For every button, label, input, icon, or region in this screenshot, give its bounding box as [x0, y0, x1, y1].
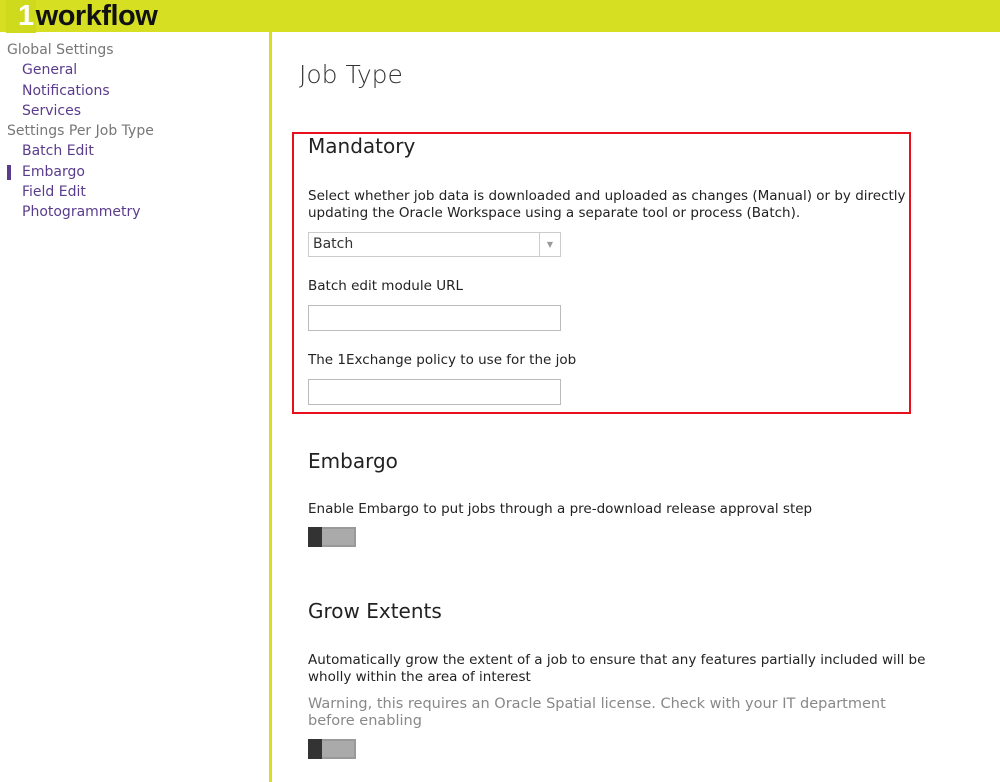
job-mode-value: Batch [313, 236, 354, 252]
sidebar-item-general[interactable]: General [0, 60, 269, 80]
grow-extents-warning: Warning, this requires an Oracle Spatial… [308, 696, 886, 729]
chevron-down-icon[interactable]: ▼ [539, 233, 560, 256]
embargo-toggle[interactable] [308, 527, 356, 547]
logo-word: workflow [35, 0, 158, 32]
sidebar-item-embargo[interactable]: Embargo [0, 162, 269, 182]
grow-extents-description: Automatically grow the extent of a job t… [308, 652, 926, 685]
url-label: Batch edit module URL [308, 278, 463, 294]
logo[interactable]: 1 workflow [6, 0, 158, 33]
grow-extents-toggle[interactable] [308, 739, 356, 759]
nav-group-global-settings: Global Settings [7, 42, 114, 58]
logo-number: 1 [6, 0, 36, 33]
sidebar-item-photogrammetry[interactable]: Photogrammetry [0, 202, 269, 222]
exchange-policy-input[interactable] [308, 379, 561, 405]
toggle-knob [308, 527, 322, 547]
sidebar-item-field-edit[interactable]: Field Edit [0, 182, 269, 202]
batch-edit-url-input[interactable] [308, 305, 561, 331]
mandatory-description: Select whether job data is downloaded an… [308, 188, 906, 221]
sidebar: Global Settings General Notifications Se… [0, 32, 272, 782]
nav-group-settings-per-job-type: Settings Per Job Type [7, 123, 154, 140]
mandatory-section: Mandatory Select whether job data is dow… [292, 132, 911, 414]
page-title: Job Type [299, 60, 403, 89]
job-mode-select[interactable]: Batch ▼ [308, 232, 561, 257]
embargo-description: Enable Embargo to put jobs through a pre… [308, 501, 813, 517]
app-header: 1 workflow [0, 0, 1000, 33]
grow-extents-heading: Grow Extents [308, 599, 442, 623]
toggle-knob [308, 739, 322, 759]
embargo-heading: Embargo [308, 449, 398, 473]
sidebar-item-notifications[interactable]: Notifications [0, 81, 269, 101]
policy-label: The 1Exchange policy to use for the job [308, 352, 577, 368]
sidebar-item-services[interactable]: Services [0, 101, 269, 121]
mandatory-heading: Mandatory [308, 134, 416, 158]
sidebar-item-batch-edit[interactable]: Batch Edit [0, 141, 269, 161]
main-content: Job Type Mandatory Select whether job da… [275, 32, 1000, 782]
